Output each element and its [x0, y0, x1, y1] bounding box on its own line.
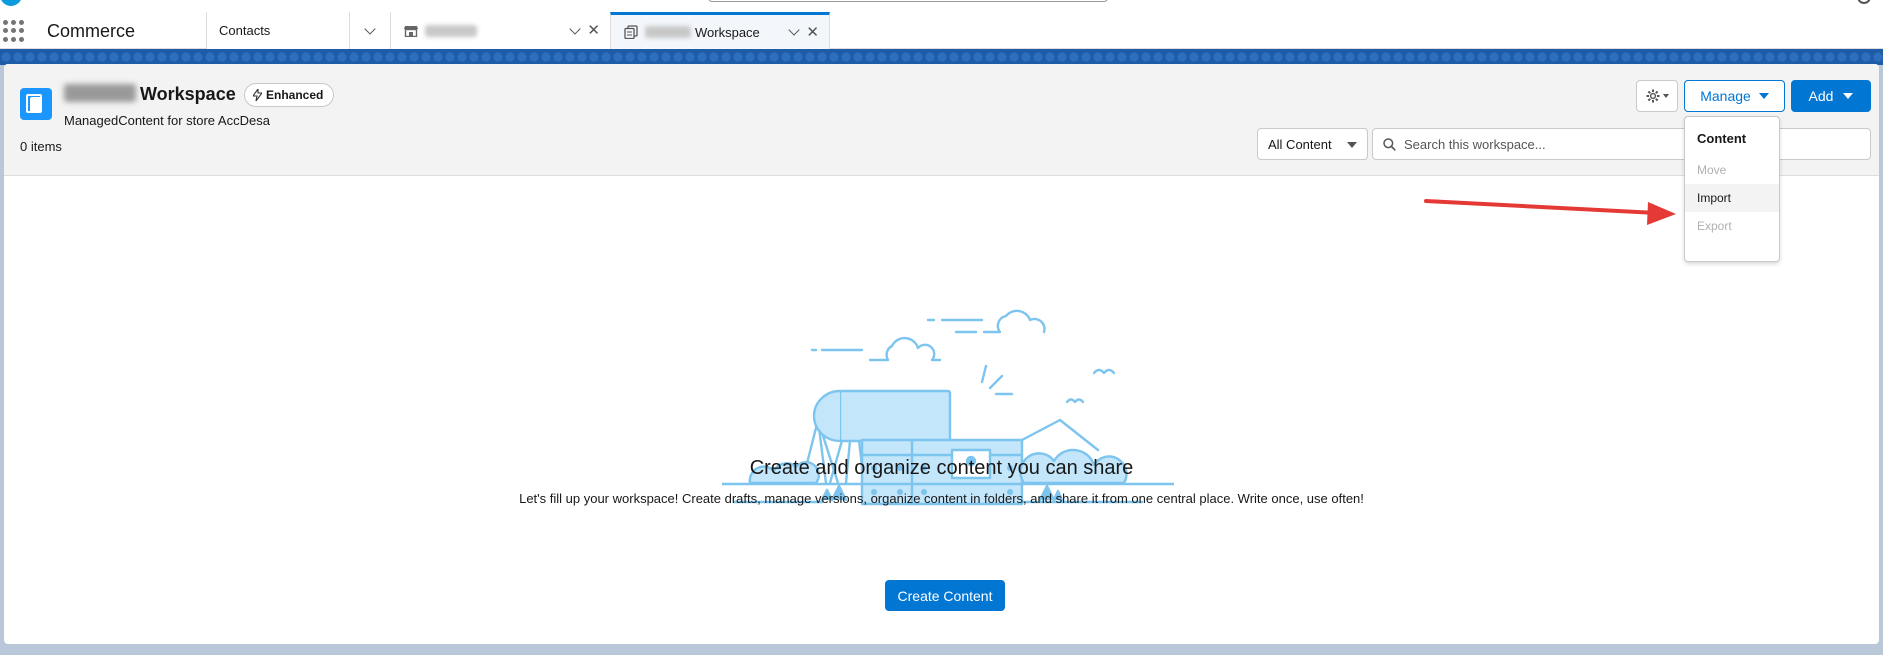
global-search-bar[interactable] [708, 0, 1108, 2]
blurred-store-name [425, 24, 477, 37]
content-filter-select[interactable]: All Content [1257, 128, 1368, 160]
tab-contacts-dropdown[interactable] [349, 12, 390, 49]
caret-down-icon [1347, 142, 1357, 148]
navigation-bar: Commerce Contacts ✕ Workspace ✕ [0, 12, 1883, 49]
item-count: 0 items [20, 139, 62, 154]
badge-label: Enhanced [266, 88, 324, 102]
caret-down-icon [1662, 94, 1669, 98]
empty-state-title: Create and organize content you can shar… [749, 457, 1134, 479]
workspace-search [1372, 128, 1871, 160]
blurred-title-prefix [64, 84, 136, 102]
workspace-card: Workspace Enhanced ManagedContent for st… [4, 64, 1879, 644]
top-strip [0, 0, 1883, 12]
tab-contacts[interactable]: Contacts [206, 12, 349, 49]
menu-item-move: Move [1697, 163, 1727, 177]
tab-contacts-label: Contacts [219, 23, 271, 38]
salesforce-logo-icon [0, 0, 22, 6]
page-title: Workspace [140, 84, 236, 104]
app-launcher-icon[interactable] [3, 20, 25, 42]
close-icon[interactable]: ✕ [806, 25, 819, 40]
settings-menu-button[interactable] [1636, 80, 1678, 112]
chevron-down-icon[interactable] [788, 24, 801, 36]
tab-workspace[interactable]: Workspace ✕ [610, 12, 830, 49]
page-subtitle: ManagedContent for store AccDesa [64, 113, 270, 128]
workspace-icon [20, 88, 52, 120]
empty-state-description: Let's fill up your workspace! Create dra… [519, 491, 1364, 506]
menu-item-export: Export [1697, 219, 1732, 233]
menu-heading: Content [1697, 131, 1747, 146]
brand-band [0, 49, 1883, 65]
page-header: Workspace Enhanced ManagedContent for st… [4, 64, 1879, 176]
gear-icon [1646, 89, 1659, 103]
add-button-label: Add [1808, 88, 1834, 104]
blurred-workspace-name [645, 26, 691, 38]
chevron-down-icon [364, 22, 376, 35]
manage-dropdown-menu: Content Move Import Export [1684, 116, 1780, 262]
caret-down-icon [1758, 93, 1769, 99]
enhanced-badge: Enhanced [244, 83, 335, 107]
tab-workspace-label: Workspace [695, 24, 760, 40]
chevron-down-icon[interactable] [569, 22, 582, 35]
close-icon[interactable]: ✕ [587, 23, 600, 38]
caret-down-icon [1843, 93, 1854, 99]
workspace-tab-icon [623, 25, 639, 39]
user-avatar-icon[interactable] [1857, 0, 1871, 4]
lightning-bolt-icon [253, 89, 262, 101]
store-icon [403, 24, 419, 38]
annotation-arrow-icon [1424, 199, 1676, 225]
menu-item-import[interactable]: Import [1685, 184, 1779, 212]
filter-select-value: All Content [1268, 136, 1332, 152]
search-icon [1383, 137, 1396, 151]
app-name: Commerce [47, 21, 136, 41]
create-content-button[interactable]: Create Content [885, 580, 1005, 611]
manage-button-label: Manage [1700, 88, 1751, 104]
manage-button[interactable]: Manage [1684, 80, 1785, 112]
tab-store[interactable]: ✕ [390, 12, 610, 49]
add-button[interactable]: Add [1791, 80, 1871, 112]
